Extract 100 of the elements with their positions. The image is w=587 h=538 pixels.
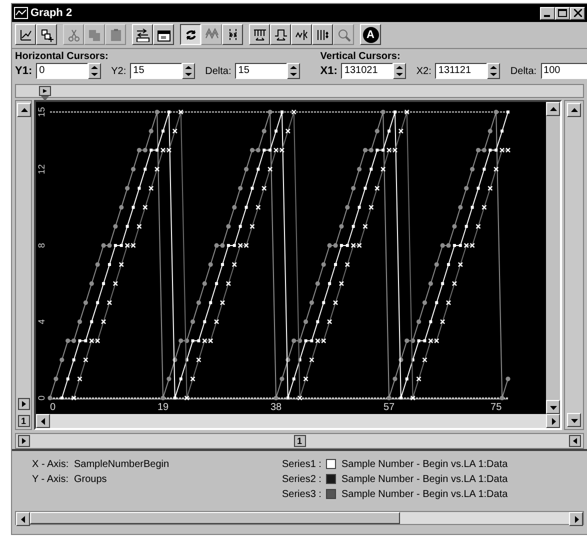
refresh-button[interactable] [180, 24, 201, 45]
maximize-icon [558, 9, 567, 18]
cut-icon [66, 28, 80, 42]
refresh-icon [184, 28, 198, 42]
vertical-scrollbar[interactable] [546, 102, 560, 414]
scroll-up-button[interactable] [16, 102, 30, 116]
number-field[interactable]: 15 [130, 63, 182, 80]
arrow-up-icon [570, 106, 579, 114]
cursor-marker-icon[interactable] [39, 86, 51, 102]
arrow-down-icon [185, 73, 192, 76]
number-field[interactable]: 15 [235, 63, 288, 80]
wave-icon [204, 28, 218, 42]
copy-icon [88, 28, 102, 42]
axis-value: Groups [74, 472, 107, 486]
paste-icon [108, 28, 122, 42]
y-tick-label: 0 [36, 395, 46, 400]
pulse-icon [274, 28, 288, 42]
chart-icon [18, 28, 32, 42]
y-tick-label: 8 [36, 242, 46, 248]
series-name: Sample Number - Begin vs.LA 1:Data [341, 472, 508, 486]
field-label: Y1: [15, 64, 32, 79]
window-title: Graph 2 [30, 6, 72, 21]
export-icon [136, 28, 150, 42]
arrow-right-icon [549, 416, 558, 426]
y-tick-label: 12 [36, 164, 46, 174]
series-label: Series1 : [282, 458, 322, 472]
arrow-down-icon [290, 73, 298, 76]
arrow-down-icon [490, 73, 498, 76]
bars-button[interactable] [312, 24, 333, 45]
y-tick-label: 15 [36, 106, 46, 116]
spin-button[interactable] [393, 63, 406, 80]
number-field[interactable]: 100 [540, 63, 587, 80]
spin-button[interactable] [182, 63, 196, 80]
group-title: Vertical Cursors: [320, 51, 402, 63]
x-tick-label: 38 [270, 402, 282, 412]
arrow-up-icon [290, 66, 298, 70]
horizontal-scrollbar[interactable] [15, 510, 584, 524]
arrow-up-icon [185, 66, 192, 70]
arrow-up-icon [490, 66, 498, 70]
arrow-up-icon [396, 66, 404, 70]
horizontal-scrollbar[interactable] [36, 414, 560, 428]
axis-label: Y - Axis: [32, 472, 70, 486]
spin-button[interactable] [88, 63, 102, 80]
window-button[interactable] [153, 24, 174, 45]
x-tick-label: 75 [490, 402, 502, 412]
field-label: X2: [416, 64, 432, 79]
pulse-button[interactable] [270, 24, 291, 45]
series-label: Series3 : [282, 488, 322, 502]
minimize-button[interactable] [540, 6, 555, 20]
annotate-button[interactable]: A [360, 24, 381, 45]
axis-value: SampleNumberBegin [74, 458, 170, 472]
window-icon [156, 28, 170, 42]
arrow-down-icon [91, 73, 98, 76]
comb-button[interactable] [249, 24, 270, 45]
cursor-button[interactable] [291, 24, 312, 45]
scroll-up-button[interactable] [567, 102, 581, 116]
y-tick-label: 4 [36, 318, 46, 324]
scroll-down-button[interactable] [567, 412, 581, 426]
group-title: Horizontal Cursors: [15, 51, 110, 63]
arrow-right-icon [572, 514, 581, 524]
marker-label[interactable]: 1 [294, 434, 306, 446]
cursor-icon [294, 28, 308, 42]
series-name: Sample Number - Begin vs.LA 1:Data [341, 458, 508, 472]
add-button[interactable] [36, 24, 57, 45]
cursor-marker-icon[interactable] [18, 398, 30, 410]
series-name: Sample Number - Begin vs.LA 1:Data [341, 488, 508, 502]
field-label: Delta: [510, 64, 537, 79]
number-field[interactable]: 131121 [435, 63, 488, 80]
field-label: X1: [320, 64, 338, 79]
x-tick-label: 19 [157, 402, 169, 412]
arrow-left-icon [39, 416, 48, 426]
arrow-up-icon [20, 106, 28, 114]
cursor-marker-icon[interactable] [18, 434, 30, 446]
zoom-icon [336, 28, 350, 42]
bars-icon [316, 28, 330, 42]
x-tick-label: 0 [50, 402, 56, 412]
maximize-button[interactable] [555, 6, 570, 20]
spin-button[interactable] [287, 63, 300, 80]
number-field[interactable]: 131021 [341, 63, 394, 80]
export-button[interactable] [132, 24, 153, 45]
close-icon [574, 9, 582, 18]
arrow-left-icon [19, 514, 28, 524]
axis-label: X - Axis: [32, 458, 70, 472]
number-field[interactable]: 0 [36, 63, 88, 80]
field-label: Delta: [205, 64, 232, 79]
add-icon [40, 28, 54, 42]
chart-button[interactable] [15, 24, 36, 45]
series-label: Series2 : [282, 472, 322, 486]
arrow-up-icon [549, 104, 558, 114]
comb-icon [252, 28, 266, 42]
cursor-marker-icon[interactable] [569, 434, 581, 446]
split-button[interactable] [222, 24, 243, 45]
close-button[interactable] [570, 6, 585, 20]
arrow-down-icon [396, 73, 404, 76]
spin-button[interactable] [487, 63, 500, 80]
cursor-line[interactable] [50, 111, 508, 112]
arrow-up-icon [91, 66, 98, 70]
field-label: Y2: [111, 64, 126, 79]
marker-label[interactable]: 1 [18, 414, 30, 426]
x-tick-label: 57 [383, 402, 395, 412]
